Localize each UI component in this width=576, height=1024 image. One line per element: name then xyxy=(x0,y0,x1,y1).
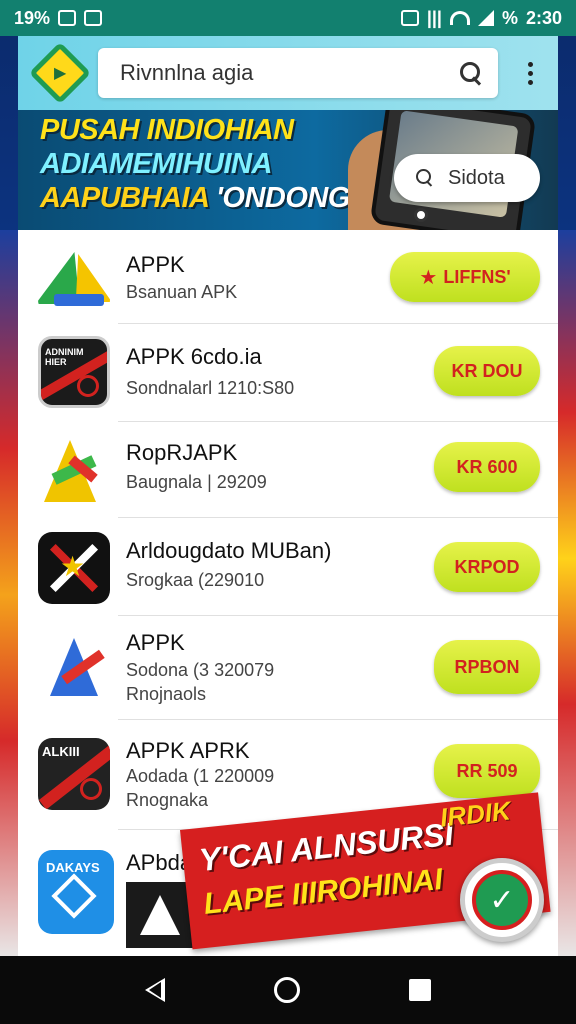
vibrate-icon xyxy=(400,10,419,26)
app-meta-secondary: Rnojnaols xyxy=(126,684,207,704)
price-button[interactable]: RPBON xyxy=(434,640,540,694)
app-name: APPK xyxy=(126,630,185,655)
list-item[interactable]: APPK Bsanuan APK ★ LIFFNS' xyxy=(18,230,558,324)
app-meta: Srogkaa (229010 xyxy=(126,570,265,590)
search-query-text: Rivnnlna agia xyxy=(120,60,254,85)
dark-stripe-icon: ADNINIM HIER xyxy=(38,336,110,408)
price-button-label: KR DOU xyxy=(451,360,523,381)
featured-button-label: LIFFNS' xyxy=(443,266,511,287)
status-left-text: 19% xyxy=(14,7,51,28)
app-meta-secondary: Rnognaka xyxy=(126,790,209,810)
app-name: APPK 6cdo.ia xyxy=(126,344,262,369)
list-item[interactable]: RopRJAPK Baugnala | 29209 KR 600 xyxy=(18,422,558,518)
featured-button[interactable]: ★ LIFFNS' xyxy=(390,252,540,302)
search-icon[interactable] xyxy=(460,62,482,84)
banner-line-2: ADIAMEMIHUINA xyxy=(40,148,272,180)
list-item[interactable]: APPK Sodona (3 320079 Rnojnaols RPBON xyxy=(18,616,558,720)
home-icon[interactable] xyxy=(273,977,300,1003)
top-app-bar: ▶ Rivnnlna agia xyxy=(18,36,558,110)
blue-diamond-icon: DAKAYS xyxy=(38,850,114,934)
app-meta: Sondnalarl 1210:S80 xyxy=(126,378,295,398)
app-name: APPK APRK xyxy=(126,738,250,763)
recent-apps-icon[interactable] xyxy=(409,979,432,1001)
promo-app-logo[interactable] xyxy=(126,882,194,948)
app-name: APPK xyxy=(126,252,185,277)
price-button[interactable]: KR 600 xyxy=(434,442,540,492)
promo-banner[interactable]: PUSAH INDIOHIAN ADIAMEMIHUINA AAPUBHAIA … xyxy=(18,110,558,230)
banner-search-pill[interactable]: Sidota xyxy=(394,154,540,202)
system-nav-bar xyxy=(0,956,576,1024)
app-notification-icon xyxy=(84,10,103,26)
wifi-icon xyxy=(449,11,470,25)
app-meta: Sodona (3 320079 xyxy=(126,660,275,680)
signal-icon xyxy=(477,10,494,26)
list-item[interactable]: ADNINIM HIER APPK 6cdo.ia Sondnalarl 121… xyxy=(18,324,558,422)
a-gradient-icon xyxy=(38,242,110,314)
image-notification-icon xyxy=(58,10,77,26)
status-right: ||| % 2:30 xyxy=(400,7,562,29)
status-bar: 19% ||| % 2:30 xyxy=(0,0,576,36)
a-blue-icon xyxy=(38,630,110,702)
clock: 2:30 xyxy=(525,7,562,28)
price-button[interactable]: KR DOU xyxy=(434,346,540,396)
more-options-icon[interactable] xyxy=(528,61,533,85)
app-meta: Aodada (1 220009 xyxy=(126,766,275,786)
network-bars-icon: ||| xyxy=(426,7,442,28)
check-icon: ✓ xyxy=(472,870,532,930)
background-art-right xyxy=(558,230,576,960)
background-art-left xyxy=(0,230,20,960)
search-input[interactable]: Rivnnlna agia xyxy=(98,48,498,98)
price-button-label: RPBON xyxy=(454,656,520,677)
promo-tag: IRDIK xyxy=(438,795,513,833)
app-meta: Bsanuan APK xyxy=(126,282,238,302)
app-meta: Baugnala | 29209 xyxy=(126,472,267,492)
x-star-icon: ★ xyxy=(38,532,110,604)
banner-line-3-a: AAPUBHAIA xyxy=(40,182,209,214)
status-left: 19% xyxy=(14,7,103,29)
icon-label: ALKIII xyxy=(42,744,80,759)
banner-indicator-icon xyxy=(414,208,428,222)
banner-search-text: Sidota xyxy=(448,166,505,189)
list-item[interactable]: ★ Arldougdato MUBan) Srogkaa (229010 KRP… xyxy=(18,518,558,616)
a-color-icon xyxy=(38,434,110,506)
app-name: Arldougdato MUBan) xyxy=(126,538,332,563)
banner-line-1: PUSAH INDIOHIAN xyxy=(40,114,294,146)
price-button-label: KRPOD xyxy=(454,556,520,577)
price-button[interactable]: RR 509 xyxy=(434,744,540,798)
back-icon[interactable] xyxy=(144,978,165,1002)
star-icon: ★ xyxy=(419,266,438,289)
price-button-label: RR 509 xyxy=(456,760,518,781)
battery-label: % xyxy=(501,7,518,28)
price-button[interactable]: KRPOD xyxy=(434,542,540,592)
price-button-label: KR 600 xyxy=(456,456,518,477)
dark-ring-icon: ALKIII xyxy=(38,738,110,810)
verified-badge-icon[interactable]: ✓ xyxy=(460,858,544,942)
app-name: RopRJAPK xyxy=(126,440,238,465)
store-logo-icon[interactable]: ▶ xyxy=(28,41,92,105)
banner-search-icon xyxy=(416,169,434,187)
